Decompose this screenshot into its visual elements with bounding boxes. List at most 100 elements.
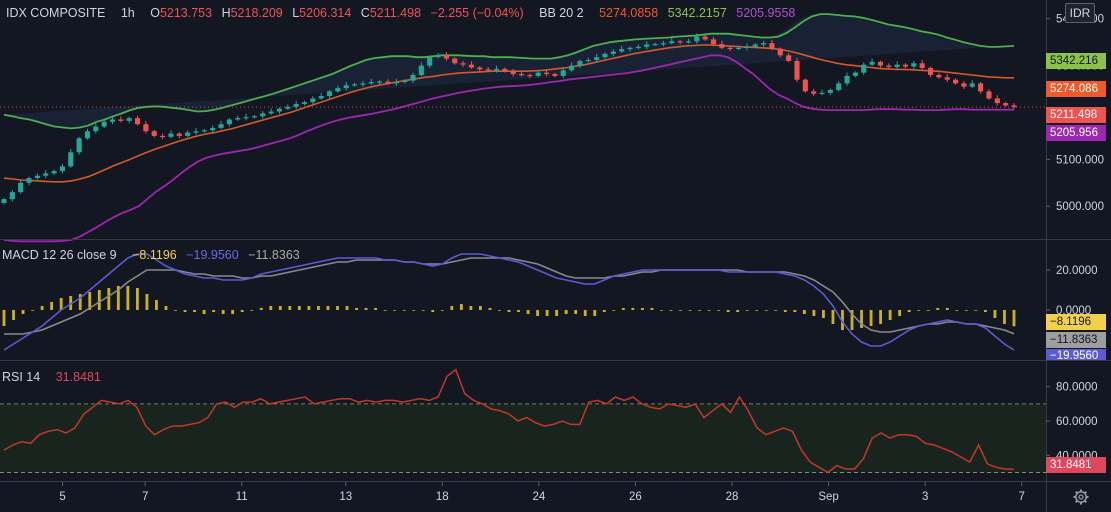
macd-hist-bar [183,310,187,312]
candle-body [919,63,925,68]
macd-hist-bar [726,310,730,312]
time-tick-label: 7 [142,491,148,503]
macd-hist-bar [822,310,825,318]
candle-body [285,106,291,109]
rsi-axis-label: 31.8481 [1046,457,1106,473]
macd-hist-bar [517,310,520,312]
macd-hist-bar [250,310,254,311]
bb-basis-price-label: 5274.086 [1046,81,1106,97]
macd-hist-bar [450,306,454,310]
macd-line-axis-label: −19.9560 [1046,349,1106,360]
candle-body [318,96,324,99]
candle-body [9,192,15,200]
candle-body [151,131,157,136]
macd-hist-bar [269,306,273,310]
candle-body [569,65,575,71]
macd-hist-bar [764,310,768,311]
macd-hist-bar [555,310,559,316]
macd-hist-bar [631,308,635,310]
candle-body [193,131,199,133]
bb-lower-price-label: 5205.956 [1046,125,1106,141]
macd-hist-axis-label: −8.1196 [1046,314,1106,330]
macd-hist-bar [679,310,682,311]
macd-hist-bar [469,306,473,310]
candle-body [1003,103,1009,106]
candle-body [51,171,57,174]
candle-body [460,63,466,65]
candle-body [326,91,333,97]
candle-body [594,57,600,60]
time-tick-label: 26 [629,491,642,503]
candle-body [301,102,308,105]
candle-body [994,98,1000,104]
macd-hist-bar [40,306,44,310]
candle-body [560,70,566,76]
candle-body [68,152,74,167]
macd-hist-bar [993,310,997,318]
macd-hist-bar [31,310,35,311]
close-price-label: 5211.498 [1046,107,1106,123]
macd-hist-bar [536,310,540,316]
candle-body [235,118,241,120]
macd-hist-bar [297,306,301,310]
candle-body [418,65,424,75]
candle-body [986,91,992,99]
candle-body [535,72,541,76]
macd-hist-bar [393,310,397,311]
candle-body [953,79,959,84]
macd-hist-bar [478,306,482,310]
candle-body [927,67,934,75]
macd-hist-bar [374,308,378,310]
macd-hist-bar [793,310,797,312]
candle-body [352,84,358,86]
macd-hist-bar [345,306,349,310]
macd-hist-bar [202,310,206,314]
macd-hist-bar [383,310,387,311]
interval-label[interactable]: 1h [121,6,135,20]
candle-body [911,63,917,67]
candle-body [468,64,475,68]
macd-hist-bar [955,310,959,311]
candle-body [852,72,858,76]
symbol-name[interactable]: IDX COMPOSITE [6,6,105,20]
macd-hist-bar [650,308,654,310]
macd-hist-bar [2,310,6,326]
candle-body [377,81,383,83]
currency-button[interactable]: IDR [1065,3,1095,23]
candle-body [510,71,516,75]
time-tick-label: Sep [818,491,838,503]
macd-hist-bar [97,290,101,310]
time-tick-label: 28 [726,491,739,503]
candle-body [786,55,792,61]
rsi-legend: RSI 14 31.8481 [2,369,101,385]
candle-body [101,121,107,127]
candle-body [777,48,783,56]
candle-body [677,41,683,43]
candle-body [610,51,616,54]
bb-study-label[interactable]: BB 20 2 [539,6,583,20]
macd-hist-bar [278,306,282,310]
candle-body [402,80,408,83]
macd-hist-bar [50,302,54,310]
candle-body [18,182,24,193]
macd-hist-bar [288,306,292,310]
settings-gear-icon[interactable] [1072,488,1090,506]
macd-hist-bar [879,310,883,324]
candle-body [443,55,449,59]
macd-hist-bar [783,310,787,312]
macd-hist-bar [326,306,330,310]
macd-hist-bar [774,310,778,311]
candle-body [43,173,49,176]
candle-body [961,83,967,87]
rsi-study-label[interactable]: RSI 14 [2,370,40,384]
macd-hist-bar [802,310,806,314]
candle-body [226,119,232,125]
macd-hist-bar [317,306,320,310]
macd-hist-bar [488,308,492,310]
bb-lower-value: 5205.9558 [736,6,796,20]
candle-body [861,64,867,73]
candle-body [343,85,349,89]
macd-study-label[interactable]: MACD 12 26 close 9 [2,248,117,262]
macd-hist-bar [983,310,987,312]
macd-hist-bar [431,310,435,312]
